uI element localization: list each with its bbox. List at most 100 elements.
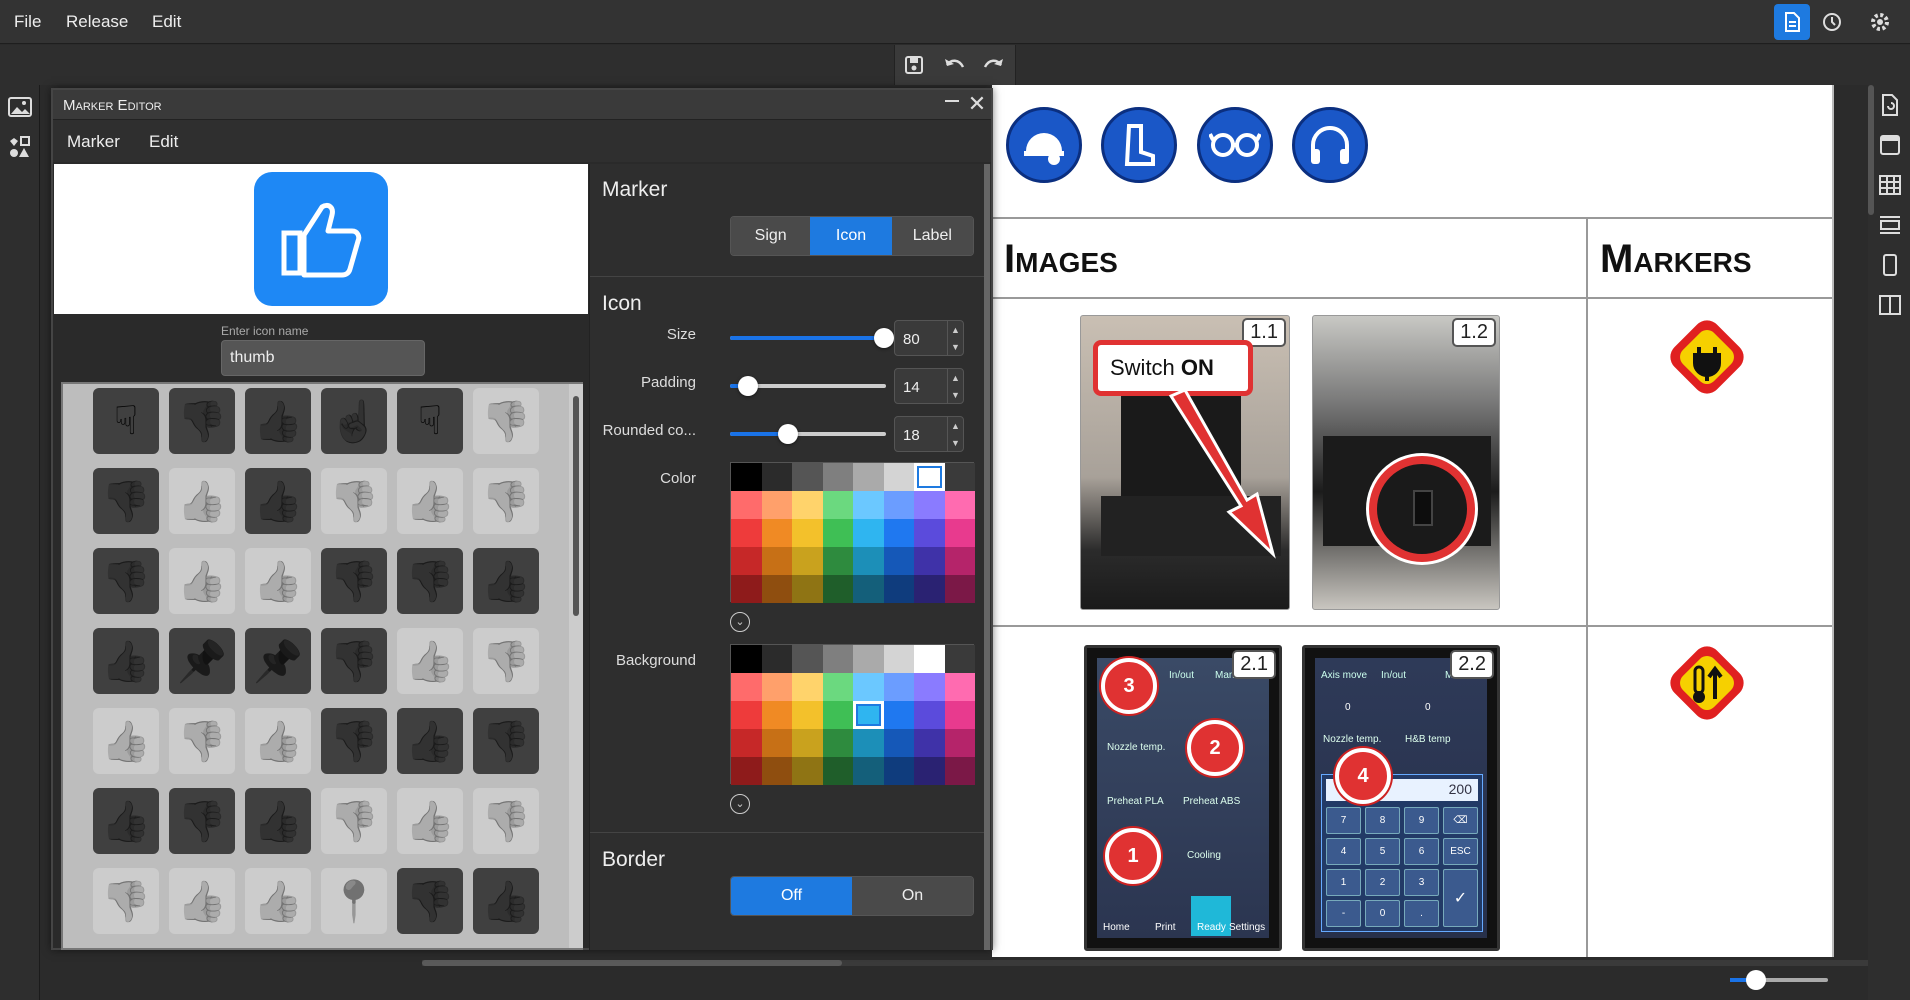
history-button[interactable] [1814,4,1850,40]
palette-swatch[interactable] [944,701,975,729]
marker-tab-icon[interactable]: Icon [810,217,892,255]
padding-slider-knob[interactable] [738,376,758,396]
palette-swatch[interactable] [914,645,945,673]
palette-swatch[interactable] [853,729,884,757]
palette-swatch[interactable] [853,575,884,603]
palette-swatch[interactable] [853,463,884,491]
border-on-button[interactable]: On [852,877,973,915]
palette-swatch[interactable] [731,519,762,547]
header-layout-button[interactable] [1872,127,1908,163]
palette-swatch[interactable] [944,575,975,603]
palette-swatch[interactable] [883,701,914,729]
palette-swatch[interactable] [792,729,823,757]
redo-button[interactable] [976,47,1012,83]
thumbs-up-icon[interactable]: 👍 [245,388,311,454]
thumbs-up-outline-icon[interactable]: 👍 [245,708,311,774]
palette-swatch[interactable] [822,673,853,701]
palette-swatch[interactable] [853,673,884,701]
spin-arrows[interactable]: ▲ ▼ [947,417,963,451]
palette-swatch[interactable] [914,463,945,491]
image-tool-button[interactable] [2,89,38,125]
touchscreen-photo-1[interactable]: In/out Manual Nozzle temp. Preheat PLA P… [1084,645,1282,951]
palette-swatch[interactable] [822,547,853,575]
editor-menu-edit[interactable]: Edit [149,132,178,152]
palette-swatch[interactable] [731,701,762,729]
palette-swatch[interactable] [914,673,945,701]
palette-swatch[interactable] [883,757,914,785]
zoom-slider-knob[interactable] [1746,970,1766,990]
palette-swatch[interactable] [822,729,853,757]
palette-swatch[interactable] [883,673,914,701]
thumbs-down-icon[interactable]: 👎 [397,548,463,614]
palette-swatch[interactable] [853,491,884,519]
page-refresh-button[interactable] [1872,87,1908,123]
thumbs-up-outline-icon[interactable]: 👍 [245,868,311,934]
palette-swatch[interactable] [822,645,853,673]
rounded-spinbox[interactable]: 18 ▲ ▼ [894,416,964,452]
palette-swatch[interactable] [883,645,914,673]
palette-swatch[interactable] [792,575,823,603]
printer-photo-2[interactable]: 1.2 [1312,315,1500,610]
thumbs-up-outline-icon[interactable]: 👍 [169,548,235,614]
document-view-button[interactable] [1774,4,1810,40]
palette-swatch[interactable] [731,547,762,575]
palette-swatch[interactable] [944,519,975,547]
palette-swatch[interactable] [761,463,792,491]
thumbs-up-icon[interactable]: 👍 [245,788,311,854]
size-slider-knob[interactable] [874,328,894,348]
palette-swatch[interactable] [944,491,975,519]
hand-pointer-icon[interactable]: ☝ [321,388,387,454]
hand-point-down-icon[interactable]: ☟ [93,388,159,454]
thumbs-up-outline-icon[interactable]: 👍 [397,628,463,694]
thumbs-down-icon[interactable]: 👎 [169,388,235,454]
thumbs-up-outline-icon[interactable]: 👍 [169,868,235,934]
horizontal-scrollbar[interactable] [422,960,842,966]
palette-swatch[interactable] [883,547,914,575]
palette-swatch[interactable] [792,491,823,519]
columns-layout-button[interactable] [1872,287,1908,323]
padding-spinbox[interactable]: 14 ▲ ▼ [894,368,964,404]
thumbs-down-left-icon[interactable]: 👎 [93,548,159,614]
thumbs-up-left-icon[interactable]: 👍 [93,788,159,854]
border-off-button[interactable]: Off [731,877,852,915]
palette-swatch[interactable] [731,491,762,519]
thumbs-down-right-icon[interactable]: 👎 [473,708,539,774]
pushpin-icon[interactable]: 📌 [169,628,235,694]
palette-swatch[interactable] [853,645,884,673]
shapes-tool-button[interactable] [2,129,38,165]
thumbs-down-outline-icon[interactable]: 👎 [473,788,539,854]
undo-button[interactable] [936,47,972,83]
spin-arrows[interactable]: ▲ ▼ [947,321,963,355]
padding-slider[interactable] [730,376,886,396]
editor-titlebar[interactable]: Marker Editor ✕ [53,90,991,120]
palette-swatch[interactable] [822,463,853,491]
thumbs-up-icon[interactable]: 👍 [245,468,311,534]
marker-tab-sign[interactable]: Sign [731,217,811,255]
palette-swatch[interactable] [883,729,914,757]
palette-swatch[interactable] [761,645,792,673]
palette-swatch[interactable] [761,757,792,785]
palette-swatch[interactable] [761,701,792,729]
palette-swatch[interactable] [822,701,853,729]
palette-swatch[interactable] [731,575,762,603]
thumbs-up-icon[interactable]: 👍 [93,628,159,694]
palette-swatch[interactable] [944,463,975,491]
size-spinbox[interactable]: 80 ▲ ▼ [894,320,964,356]
rounded-slider[interactable] [730,424,886,444]
palette-swatch[interactable] [792,701,823,729]
palette-swatch[interactable] [731,645,762,673]
thumbs-down-outline-icon[interactable]: 👎 [93,868,159,934]
editor-menu-marker[interactable]: Marker [67,132,120,152]
palette-swatch[interactable] [944,673,975,701]
touchscreen-photo-2[interactable]: Axis move In/out Manual 0 0 Nozzle temp.… [1302,645,1500,951]
palette-swatch[interactable] [792,547,823,575]
document-canvas[interactable]: Images Markers 1.1 Switch ON 1.2 In/out … [992,85,1834,957]
palette-swatch[interactable] [792,645,823,673]
pushpin-outline-icon[interactable]: 📍 [321,868,387,934]
palette-swatch[interactable] [761,491,792,519]
palette-swatch[interactable] [822,575,853,603]
thumbs-up-icon[interactable]: 👍 [473,548,539,614]
palette-swatch[interactable] [761,519,792,547]
palette-swatch[interactable] [883,519,914,547]
palette-swatch[interactable] [792,463,823,491]
